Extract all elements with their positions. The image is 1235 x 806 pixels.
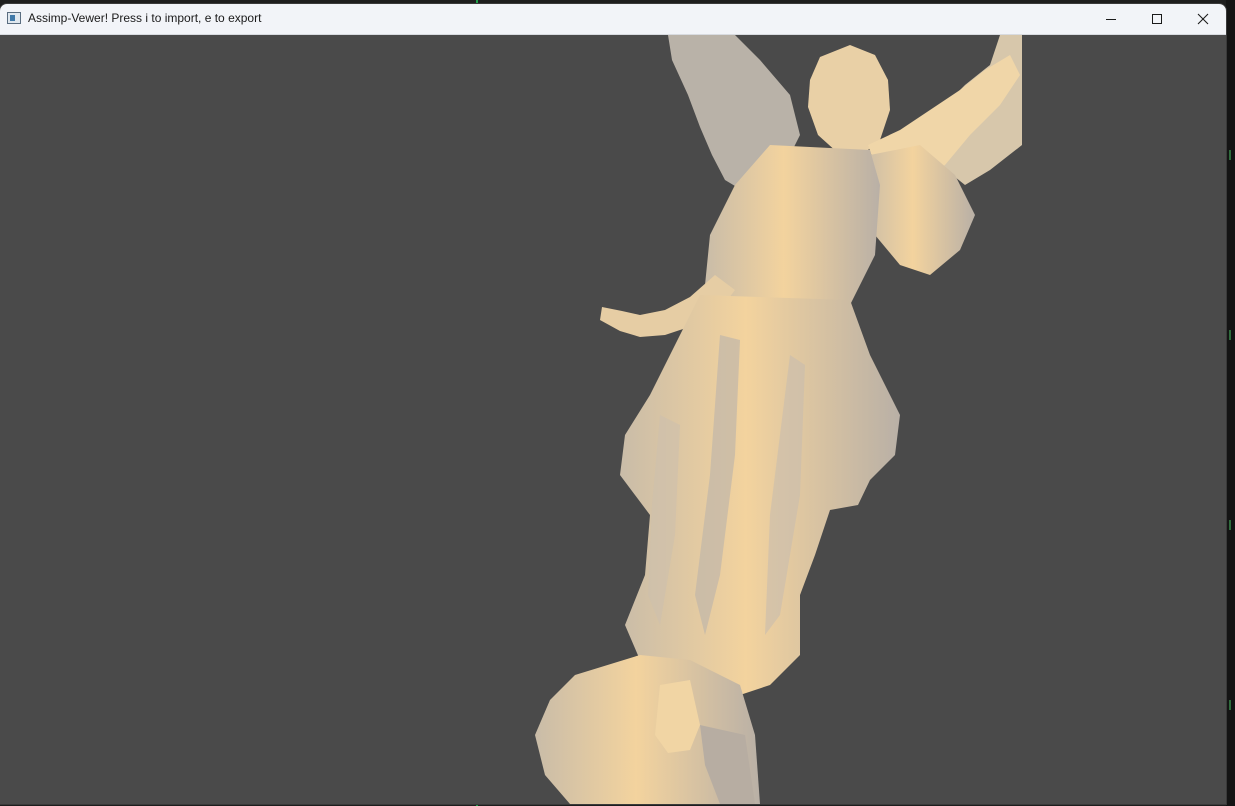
window-titlebar[interactable]: Assimp-Vewer! Press i to import, e to ex… <box>0 4 1226 35</box>
maximize-icon <box>1152 14 1162 24</box>
angel-statue-model <box>535 35 1022 804</box>
background-dash <box>1229 700 1231 710</box>
3d-viewport[interactable] <box>0 35 1226 804</box>
window-title: Assimp-Vewer! Press i to import, e to ex… <box>28 11 262 25</box>
maximize-button[interactable] <box>1134 4 1180 34</box>
close-icon <box>1197 13 1209 25</box>
minimize-icon <box>1106 19 1116 20</box>
background-dash <box>1229 520 1231 530</box>
model-head <box>808 45 890 155</box>
app-window-icon <box>7 12 21 24</box>
minimize-button[interactable] <box>1088 4 1134 34</box>
background-dash <box>1229 150 1231 160</box>
close-button[interactable] <box>1180 4 1226 34</box>
assimp-viewer-window[interactable]: Assimp-Vewer! Press i to import, e to ex… <box>0 4 1226 804</box>
background-right-strip <box>1226 0 1235 806</box>
desktop-background: 20 Assimp-Vewer! Press i to import, e to… <box>0 0 1235 806</box>
window-controls <box>1088 4 1226 34</box>
background-dash <box>1229 330 1231 340</box>
